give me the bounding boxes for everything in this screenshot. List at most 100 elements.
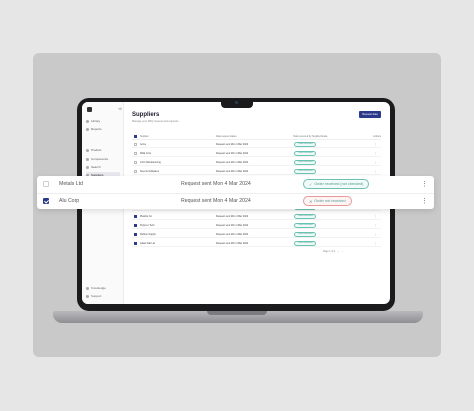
supplier-name: MAE Corp bbox=[140, 151, 152, 155]
supplier-name: Glass Fab Ltd bbox=[140, 241, 155, 245]
status-badge: ✓ Order received (not checked) bbox=[303, 179, 370, 189]
check-icon: ✓ bbox=[309, 182, 313, 187]
supplier-name: Alu Corp bbox=[59, 198, 80, 204]
table-row[interactable]: Glass Fab Ltd Request sent Mon 4 Mar 2024… bbox=[132, 240, 381, 247]
request-status: Request sent Mon 4 Mar 2024 bbox=[181, 181, 251, 187]
status-badge: Order received bbox=[294, 150, 317, 156]
table-row[interactable]: Rubber Supply Request sent Mon 4 Mar 2024… bbox=[132, 231, 381, 238]
nav-dot-icon bbox=[86, 294, 89, 298]
row-checkbox[interactable] bbox=[43, 181, 49, 187]
more-options-icon[interactable]: ⋮ bbox=[374, 232, 377, 236]
request-status: Request sent Mon 4 Mar 2024 bbox=[216, 142, 249, 146]
row-checkbox[interactable] bbox=[134, 142, 137, 146]
row-checkbox[interactable] bbox=[134, 232, 137, 236]
header-supplier[interactable]: Supplier bbox=[140, 135, 216, 138]
collapse-icon[interactable]: ≪ bbox=[118, 106, 122, 111]
table-row[interactable]: Plastics Co Request sent Mon 4 Mar 2024 Or… bbox=[132, 213, 381, 220]
status-badge: Order received bbox=[294, 231, 317, 237]
row-checkbox[interactable] bbox=[43, 198, 49, 204]
row-checkbox[interactable] bbox=[134, 151, 137, 155]
status-badge: Order received bbox=[294, 168, 317, 174]
request-status: Request sent Mon 4 Mar 2024 bbox=[216, 151, 249, 155]
request-status: Request sent Mon 4 Mar 2024 bbox=[216, 214, 249, 218]
header-status[interactable]: Data request status bbox=[216, 135, 294, 138]
table-row[interactable]: Acme Request sent Mon 4 Mar 2024 Order rec… bbox=[132, 141, 381, 148]
overlay-row[interactable]: Alu Corp Request sent Mon 4 Mar 2024 ✕ Orde… bbox=[37, 192, 434, 209]
row-checkbox[interactable] bbox=[134, 241, 137, 245]
table-row[interactable]: Steel & Softwares Request sent Mon 4 Mar … bbox=[132, 168, 381, 175]
supplier-name: Metals Ltd bbox=[59, 181, 83, 187]
logo-icon bbox=[87, 107, 92, 112]
sidebar-item-product[interactable]: Product bbox=[86, 147, 120, 153]
pager-text: Page 1 of 4 bbox=[323, 250, 336, 253]
prev-page-icon[interactable]: ‹ bbox=[338, 250, 339, 253]
more-options-icon[interactable]: ⋮ bbox=[374, 142, 377, 146]
sidebar-item-library[interactable]: Library bbox=[86, 118, 120, 124]
row-checkbox[interactable] bbox=[134, 169, 137, 173]
row-checkbox[interactable] bbox=[134, 223, 137, 227]
nav-dot-icon bbox=[86, 119, 89, 123]
sidebar-item-label: Search bbox=[91, 165, 101, 169]
request-status: Request sent Mon 4 Mar 2024 bbox=[216, 232, 249, 236]
sidebar-item-search[interactable]: Search bbox=[86, 164, 120, 170]
sidebar-item-label: Components bbox=[91, 157, 109, 161]
request-data-button[interactable]: Request data bbox=[359, 111, 381, 118]
request-status: Request sent Mon 4 Mar 2024 bbox=[216, 241, 249, 245]
supplier-name: Polymer Tech bbox=[140, 223, 155, 227]
more-options-icon[interactable]: ⋮ bbox=[421, 198, 428, 205]
more-options-icon[interactable]: ⋮ bbox=[374, 160, 377, 164]
status-badge: Order received bbox=[294, 213, 317, 219]
supplier-name: Acme bbox=[140, 142, 147, 146]
more-options-icon[interactable]: ⋮ bbox=[374, 223, 377, 227]
request-status: Request sent Mon 4 Mar 2024 bbox=[216, 223, 249, 227]
cross-icon: ✕ bbox=[309, 199, 313, 204]
status-badge-label: Order received (not checked) bbox=[314, 182, 364, 186]
supplier-name: LOC Manufacturing bbox=[140, 160, 161, 164]
more-options-icon[interactable]: ⋮ bbox=[421, 181, 428, 188]
table-row[interactable]: Polymer Tech Request sent Mon 4 Mar 2024 O… bbox=[132, 222, 381, 229]
row-checkbox[interactable] bbox=[134, 160, 137, 164]
sidebar-bottom-label: Support bbox=[91, 294, 102, 298]
sidebar-bottom-knowledge[interactable]: Knowledge bbox=[86, 286, 106, 290]
camera-icon bbox=[235, 101, 238, 104]
row-checkbox[interactable] bbox=[134, 214, 137, 218]
header-received[interactable]: Data received by SupplierGrade bbox=[293, 135, 373, 138]
page-title: Suppliers bbox=[132, 112, 160, 118]
page-subtitle: Manage your RFQ request and requests bbox=[132, 120, 179, 123]
status-badge-label: Order not received bbox=[314, 199, 346, 203]
request-status: Request sent Mon 4 Mar 2024 bbox=[216, 160, 249, 164]
sidebar-bottom-support[interactable]: Support bbox=[86, 294, 102, 298]
supplier-name: Plastics Co bbox=[140, 214, 152, 218]
table-row[interactable]: LOC Manufacturing Request sent Mon 4 Mar … bbox=[132, 159, 381, 166]
sidebar-item-components[interactable]: Components bbox=[86, 156, 120, 162]
more-options-icon[interactable]: ⋮ bbox=[374, 169, 377, 173]
next-page-icon[interactable]: › bbox=[342, 250, 343, 253]
sidebar-item-reports[interactable]: Reports bbox=[86, 126, 120, 132]
more-options-icon[interactable]: ⋮ bbox=[374, 214, 377, 218]
nav-dot-icon bbox=[86, 157, 89, 161]
table-header: Supplier Data request status Data receiv… bbox=[132, 134, 381, 140]
supplier-name: Rubber Supply bbox=[140, 232, 156, 236]
nav-dot-icon bbox=[86, 165, 89, 169]
zoomed-rows-overlay: Metals Ltd Request sent Mon 4 Mar 2024 ✓ Or… bbox=[37, 176, 434, 209]
more-options-icon[interactable]: ⋮ bbox=[374, 241, 377, 245]
pagination: Page 1 of 4 ‹ › bbox=[323, 250, 343, 253]
more-options-icon[interactable]: ⋮ bbox=[374, 151, 377, 155]
status-badge: ✕ Order not received bbox=[303, 196, 352, 206]
nav-dot-icon bbox=[86, 286, 89, 290]
sidebar-item-label: Reports bbox=[91, 127, 102, 131]
nav-dot-icon bbox=[86, 127, 89, 131]
overlay-row[interactable]: Metals Ltd Request sent Mon 4 Mar 2024 ✓ Or… bbox=[37, 176, 434, 192]
table-row[interactable]: MAE Corp Request sent Mon 4 Mar 2024 Order… bbox=[132, 150, 381, 157]
sidebar-item-label: Product bbox=[91, 148, 102, 152]
select-all-checkbox[interactable] bbox=[134, 135, 137, 138]
nav-dot-icon bbox=[86, 148, 89, 152]
request-status: Request sent Mon 4 Mar 2024 bbox=[216, 169, 249, 173]
sidebar-bottom-label: Knowledge bbox=[91, 286, 106, 290]
laptop-base-lip bbox=[207, 311, 267, 315]
status-badge: Order received bbox=[294, 159, 317, 165]
request-status: Request sent Mon 4 Mar 2024 bbox=[181, 198, 251, 204]
supplier-name: Steel & Softwares bbox=[140, 169, 160, 173]
sidebar-item-label: Library bbox=[91, 119, 101, 123]
status-badge: Order received bbox=[294, 141, 317, 147]
